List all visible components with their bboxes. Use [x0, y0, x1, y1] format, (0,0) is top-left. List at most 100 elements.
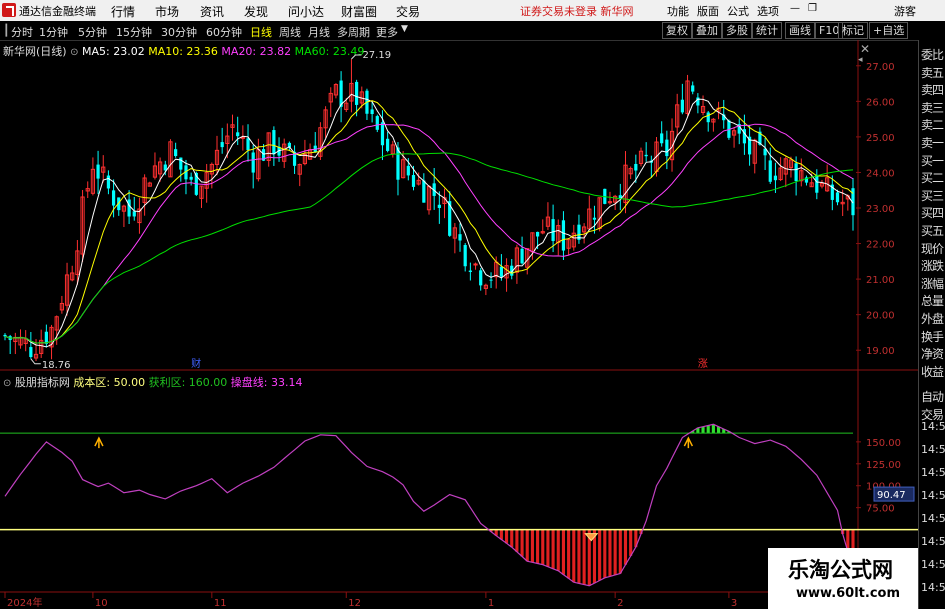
trade-time: 14:56: [921, 420, 945, 433]
ma20-line: [4, 123, 854, 344]
quote-label: 买二: [921, 171, 944, 186]
event-marker-rise: 涨: [698, 358, 708, 370]
watermark: 乐淘公式网 www.60lt.com: [768, 548, 918, 609]
watermark-url: www.60lt.com: [796, 586, 901, 601]
candle-body-down: [561, 220, 566, 251]
candle-body-down: [174, 149, 178, 157]
right-quote-panel: 委比 卖五 卖四 卖三 卖二 卖一 买一 买二 买三 买四 买五 现价 涨跌 涨幅 总量 外盘 换手 净资 收益 自动…: [918, 40, 945, 609]
candle-body-down: [691, 85, 695, 92]
price-tick-label: 21.00: [866, 275, 895, 286]
trade-time: 14:56: [921, 443, 945, 456]
candlestick-group: [3, 59, 855, 362]
candle-body-down: [132, 211, 136, 217]
candle-body-down: [355, 81, 359, 105]
candle-body-down: [634, 163, 638, 171]
candle-body-down: [422, 180, 426, 203]
candle-body-down: [660, 133, 664, 144]
quote-label: 卖四: [921, 83, 944, 98]
candle-body-up: [240, 136, 245, 139]
candle-body-down: [437, 204, 441, 208]
price-tick-label: 23.00: [866, 204, 895, 215]
quote-label: 涨幅: [921, 276, 944, 291]
candle-body-down: [370, 109, 374, 115]
time-tick-label: 2: [617, 598, 623, 609]
trade-time: 14:56: [921, 535, 945, 548]
ma-lines-group: [4, 93, 854, 348]
candle-body-down: [127, 199, 131, 217]
quote-label: 自动: [921, 390, 944, 405]
candle-body-down: [479, 270, 483, 286]
quote-label: 卖三: [921, 100, 944, 115]
trade-time: 14:56: [921, 466, 945, 479]
quote-label: 卖五: [921, 65, 944, 80]
price-tick-label: 27.00: [866, 62, 895, 73]
price-tick-label: 25.00: [866, 133, 895, 144]
candle-body-down: [794, 163, 798, 182]
indicator-tick-label: 150.00: [866, 438, 901, 449]
time-tick-label: 10: [95, 598, 108, 609]
quote-label: 卖二: [921, 118, 944, 133]
trade-time: 14:56: [921, 558, 945, 571]
candle-body-down: [835, 192, 840, 203]
quote-label: 涨跌: [921, 259, 944, 274]
quote-label: 外盘: [921, 312, 944, 326]
chart-grid: [0, 40, 918, 609]
time-tick-label: 12: [348, 598, 361, 609]
current-value-label: 90.47: [877, 490, 906, 501]
candle-body-down: [406, 165, 410, 176]
candle-body-down: [489, 279, 493, 281]
high-annotation-arrow: [351, 54, 362, 60]
candle-body-down: [386, 138, 390, 151]
trade-time: 14:56: [921, 489, 945, 502]
annotations-group: 18.76 27.19 财 涨: [30, 50, 708, 542]
candle-body-down: [535, 231, 540, 237]
candle-body-down: [29, 347, 33, 358]
quote-label: 收益: [921, 364, 944, 379]
trade-time: 14:56: [921, 581, 945, 594]
ma5-line: [4, 93, 854, 348]
candle-body-down: [680, 99, 684, 113]
candle-body-down: [592, 217, 597, 220]
buy-signal-arrow: [94, 436, 104, 449]
candle-body-down: [468, 270, 472, 272]
candle-body-down: [3, 334, 7, 337]
candle-body-down: [396, 147, 400, 180]
time-tick-label: 1: [488, 598, 494, 609]
quote-label: 买一: [921, 153, 944, 168]
operation-line: [4, 423, 854, 587]
buy-signal-arrow: [683, 436, 694, 449]
indicator-tick-label: 125.00: [866, 460, 901, 471]
quote-label: 总量: [921, 294, 944, 309]
candle-body-down: [220, 142, 224, 148]
price-tick-label: 22.00: [866, 240, 895, 251]
candle-body-down: [106, 175, 111, 189]
trade-time: 14:56: [921, 512, 945, 525]
low-annotation-label: 18.76: [42, 360, 71, 371]
watermark-title: 乐淘公式网: [788, 558, 893, 582]
price-tick-label: 24.00: [866, 168, 895, 179]
candle-body-down: [706, 112, 710, 123]
candle-body-down: [665, 139, 669, 157]
quote-label: 换手: [921, 329, 944, 344]
candle-body-down: [411, 175, 416, 187]
candle-body-down: [463, 245, 467, 267]
indicator-tick-label: 75.00: [866, 504, 895, 515]
time-tick-label: 2024年: [7, 596, 42, 609]
quote-label: 净资: [921, 347, 944, 362]
time-tick-label: 3: [731, 598, 737, 609]
candle-body-down: [380, 122, 385, 146]
candle-body-down: [499, 266, 503, 277]
candle-body-down: [375, 116, 379, 130]
candle-body-down: [768, 160, 772, 182]
candle-body-down: [773, 175, 778, 181]
candle-body-down: [520, 248, 524, 264]
ma60-line: [4, 152, 854, 344]
price-tick-label: 20.00: [866, 311, 895, 322]
candle-body-down: [246, 138, 250, 151]
quote-label: 现价: [921, 241, 944, 256]
candle-body-down: [189, 176, 193, 180]
candle-body-down: [644, 154, 648, 157]
candle-body-down: [272, 130, 276, 155]
candle-body-down: [458, 234, 462, 241]
candle-body-up: [473, 263, 478, 266]
